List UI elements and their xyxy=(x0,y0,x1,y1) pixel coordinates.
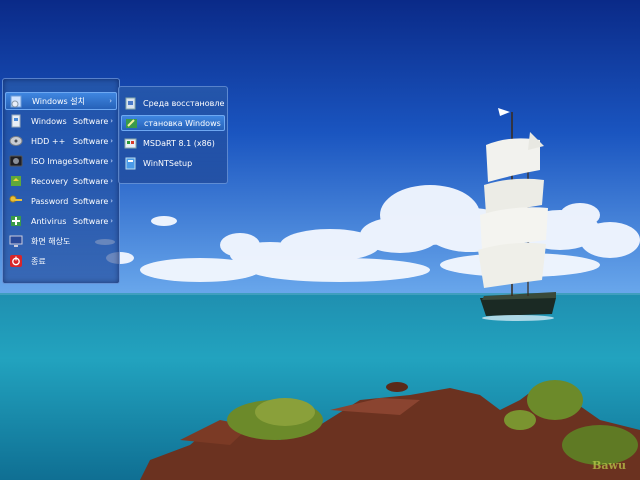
key-icon xyxy=(9,194,23,208)
recovery-icon xyxy=(9,174,23,188)
main-menu-item-1[interactable]: Windows Software › xyxy=(5,112,117,130)
winntsetup-icon xyxy=(124,157,137,170)
antivirus-icon xyxy=(9,214,23,228)
main-menu-item-sublabel: Software xyxy=(73,216,109,226)
submenu-item-label: Среда восстановления 8 xyxy=(143,98,225,108)
submenu-item-label: MSDaRT 8.1 (x86) xyxy=(143,138,215,148)
hdd-icon xyxy=(9,134,23,148)
submenu-item-1[interactable]: становка Windows xyxy=(121,115,225,131)
main-menu-item-label: Password xyxy=(31,196,69,206)
wallpaper-watermark: Bawu xyxy=(592,459,626,472)
main-menu-item-3[interactable]: ISO Image Software › xyxy=(5,152,117,170)
msdart-icon xyxy=(124,137,137,150)
main-menu-item-7[interactable]: 화면 해상도 xyxy=(5,232,117,250)
submenu-item-2[interactable]: MSDaRT 8.1 (x86) xyxy=(121,135,225,151)
main-menu-item-label: HDD ++ xyxy=(31,136,66,146)
chevron-right-icon: › xyxy=(110,177,113,185)
launcher-main-menu: Windows 설치 › Windows Software › HDD ++ Softwar… xyxy=(2,78,120,284)
main-menu-item-label: Windows 설치 xyxy=(32,96,85,106)
desktop: Windows 설치 › Windows Software › HDD ++ Softwar… xyxy=(0,0,640,480)
windows-doc-icon xyxy=(9,114,23,128)
main-menu-item-label: ISO Image xyxy=(31,156,73,166)
main-menu-item-sublabel: Software xyxy=(73,116,109,126)
main-menu-item-8[interactable]: 종료 xyxy=(5,252,117,270)
main-menu-item-sublabel: Software xyxy=(73,176,109,186)
installer-disc-icon xyxy=(10,94,24,108)
submenu-item-label: становка Windows xyxy=(144,118,221,128)
submenu-item-3[interactable]: WinNTSetup xyxy=(121,155,225,171)
main-menu-item-6[interactable]: Antivirus Software › xyxy=(5,212,117,230)
main-menu-item-label: 화면 해상도 xyxy=(31,236,71,246)
main-menu-item-2[interactable]: HDD ++ Software › xyxy=(5,132,117,150)
chevron-right-icon: › xyxy=(110,197,113,205)
main-menu-item-label: Windows xyxy=(31,116,67,126)
power-icon xyxy=(9,254,23,268)
main-menu-item-sublabel: Software xyxy=(73,196,109,206)
recovery-env-icon xyxy=(124,97,137,110)
main-menu-item-label: 종료 xyxy=(31,256,46,266)
windows-install-submenu: Среда восстановления 8 становка Windows MS… xyxy=(118,86,228,184)
main-menu-item-sublabel: Software xyxy=(73,136,109,146)
main-menu-item-label: Antivirus xyxy=(31,216,67,226)
main-menu-item-0[interactable]: Windows 설치 › xyxy=(5,92,117,110)
iso-image-icon xyxy=(9,154,23,168)
chevron-right-icon: › xyxy=(109,97,112,105)
chevron-right-icon: › xyxy=(110,137,113,145)
main-menu-item-4[interactable]: Recovery Software › xyxy=(5,172,117,190)
submenu-item-label: WinNTSetup xyxy=(143,158,193,168)
chevron-right-icon: › xyxy=(110,117,113,125)
submenu-item-0[interactable]: Среда восстановления 8 xyxy=(121,95,225,111)
main-menu-item-5[interactable]: Password Software › xyxy=(5,192,117,210)
main-menu-item-sublabel: Software xyxy=(73,156,109,166)
windows-setup-icon xyxy=(125,117,138,130)
main-menu-item-label: Recovery xyxy=(31,176,69,186)
chevron-right-icon: › xyxy=(110,157,113,165)
chevron-right-icon: › xyxy=(110,217,113,225)
monitor-icon xyxy=(9,234,23,248)
